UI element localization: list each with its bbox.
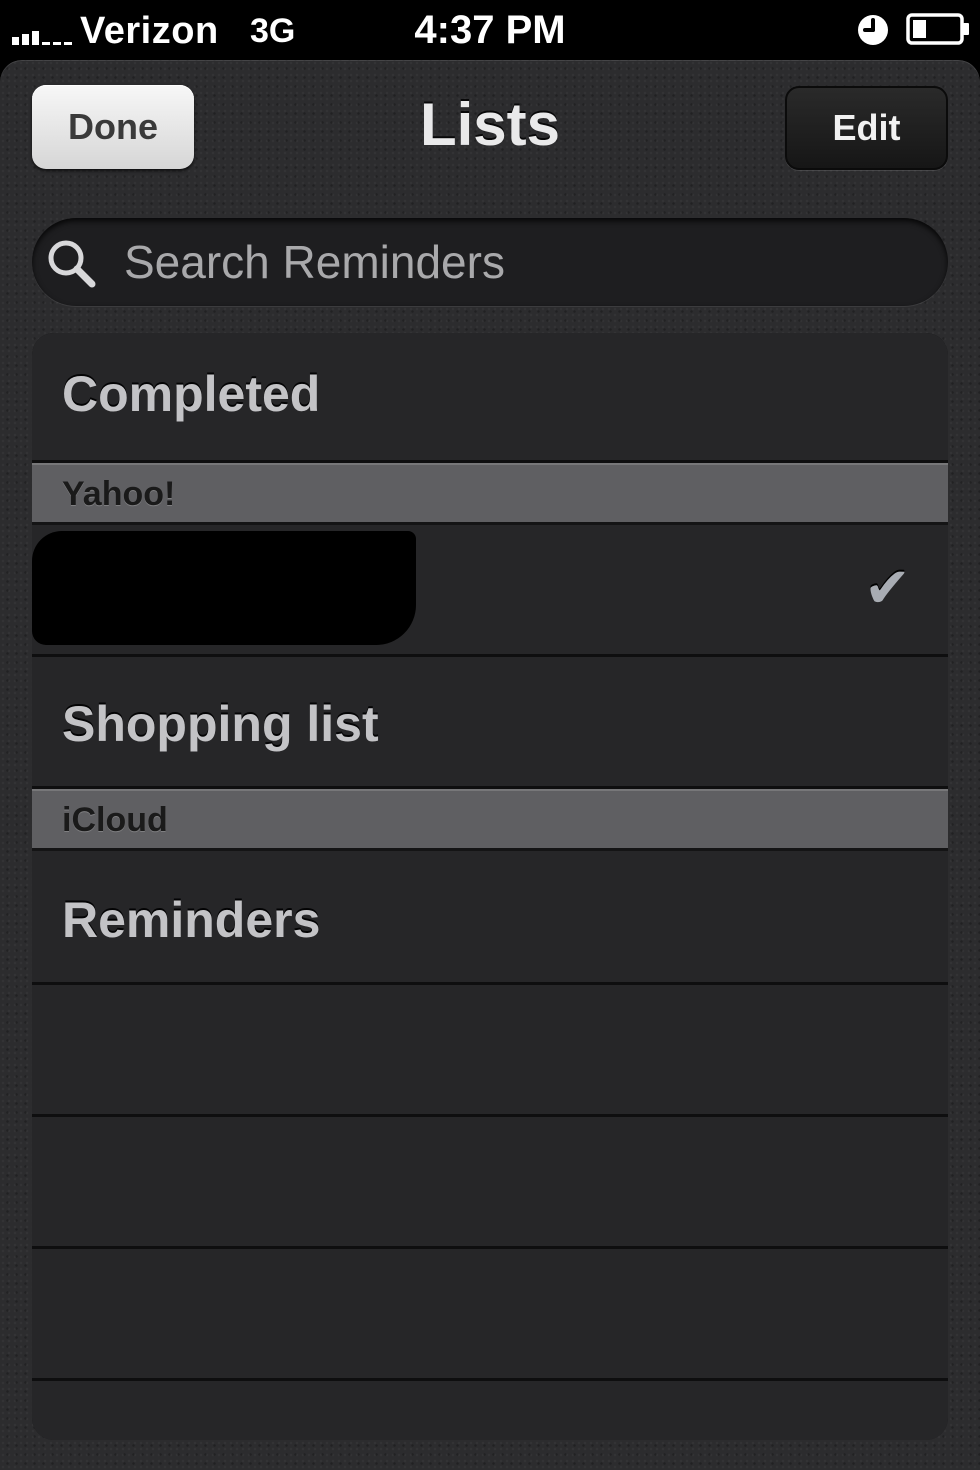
empty-row	[32, 1381, 948, 1440]
list-item-label: Reminders	[62, 892, 321, 948]
empty-row	[32, 1249, 948, 1381]
list-item-label: Completed	[62, 366, 321, 422]
empty-row	[32, 1117, 948, 1249]
status-time: 4:37 PM	[414, 8, 566, 52]
empty-row	[32, 985, 948, 1117]
section-header-icloud: iCloud	[32, 789, 948, 851]
status-bar: Verizon 3G 4:37 PM	[0, 0, 980, 60]
list-item-completed[interactable]: Completed	[32, 333, 948, 463]
search-icon	[48, 240, 96, 288]
list-item-reminders[interactable]: Reminders	[32, 851, 948, 985]
battery-icon	[906, 13, 969, 45]
section-header-label: iCloud	[62, 801, 168, 839]
search-input[interactable]	[124, 232, 904, 292]
list-item-label: Shopping list	[62, 696, 379, 752]
redacted-list-name	[32, 531, 416, 645]
checkmark-icon: ✔	[864, 556, 911, 619]
list-item-redacted[interactable]: ✔	[32, 525, 948, 657]
section-header-label: Yahoo!	[62, 475, 176, 513]
reminder-lists-table: Completed Yahoo! ✔ Shopping list iCloud …	[32, 333, 948, 1440]
alarm-clock-icon	[858, 15, 888, 45]
edit-button[interactable]: Edit	[785, 86, 948, 170]
section-header-yahoo: Yahoo!	[32, 463, 948, 525]
list-item-shopping-list[interactable]: Shopping list	[32, 657, 948, 789]
